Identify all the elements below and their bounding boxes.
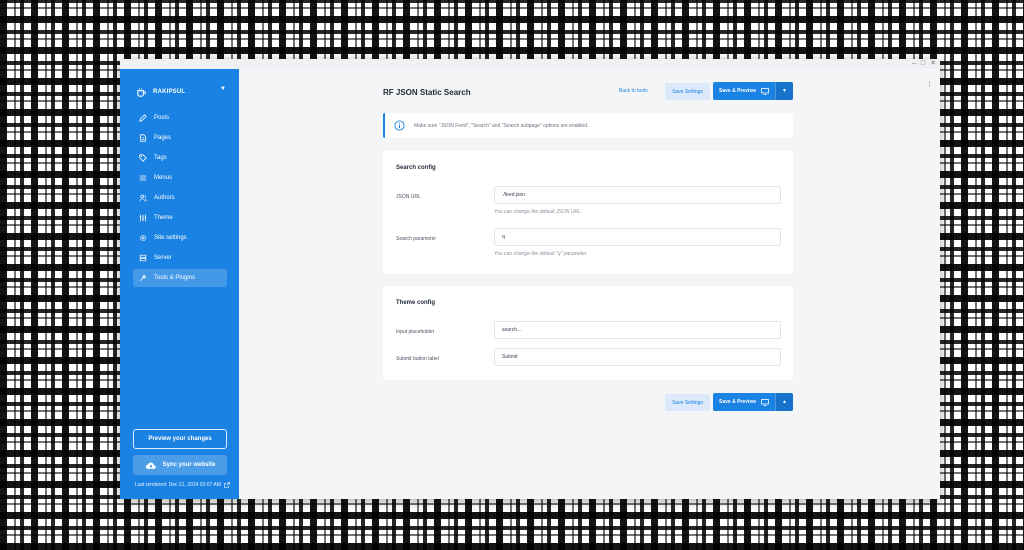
json-url-label: JSON URL	[396, 194, 421, 200]
external-link-icon[interactable]	[224, 482, 230, 488]
sidebar-item-menus[interactable]: Menus	[133, 169, 227, 187]
input-placeholder-input[interactable]: search...	[494, 321, 781, 339]
save-preview-button-group: Save & Preview ▼	[713, 82, 793, 100]
main-content: RF JSON Static Search Back to tools Save…	[239, 69, 940, 499]
sync-website-label: Sync your website	[162, 462, 216, 468]
close-icon[interactable]: ✕	[930, 60, 936, 68]
footer-save-preview-button-group: Save & Preview ▲	[713, 393, 793, 411]
tag-icon	[139, 154, 147, 162]
footer-save-preview-label: Save & Preview	[719, 399, 756, 405]
sidebar-item-label: Server	[154, 255, 172, 261]
sidebar-item-label: Pages	[154, 135, 172, 141]
theme-icon	[139, 214, 147, 222]
input-placeholder-label: Input placeholder	[396, 329, 435, 335]
sidebar-item-authors[interactable]: Authors	[133, 189, 227, 207]
theme-config-title: Theme config	[396, 300, 436, 306]
json-url-help: You can change the default JSON URL.	[494, 209, 583, 215]
footer-save-settings-button[interactable]: Save Settings	[665, 394, 710, 411]
info-icon	[394, 120, 405, 131]
sidebar-item-theme[interactable]: Theme	[133, 209, 227, 227]
save-settings-button[interactable]: Save Settings	[665, 83, 710, 100]
sidebar: RAKIPSUL ▼ Posts Pages Tags Menus Author…	[120, 69, 239, 499]
title-bar: – □ ✕	[120, 59, 940, 69]
chevron-down-icon: ▼	[782, 88, 787, 94]
cloud-upload-icon	[145, 462, 156, 469]
info-notice: Make sure "JSON Feed", "Search" and "Sea…	[383, 113, 793, 138]
submit-button-label-label: Submit button label	[396, 356, 439, 362]
search-parameter-label: Search parameter	[396, 236, 437, 242]
site-name: RAKIPSUL	[153, 89, 186, 95]
server-icon	[139, 254, 147, 262]
sidebar-item-posts[interactable]: Posts	[133, 109, 227, 127]
sidebar-item-server[interactable]: Server	[133, 249, 227, 267]
sidebar-item-label: Site settings	[154, 235, 187, 241]
notice-text: Make sure "JSON Feed", "Search" and "Sea…	[414, 122, 589, 129]
footer-save-preview-button[interactable]: Save & Preview	[713, 393, 775, 411]
pencil-icon	[139, 114, 147, 122]
search-config-title: Search config	[396, 165, 436, 171]
last-rendered-text: Last rendered: Dec 21, 2024 03:07 AM	[135, 482, 221, 488]
menu-icon	[139, 175, 147, 181]
search-parameter-input[interactable]: q	[494, 228, 781, 246]
theme-config-card: Theme config Input placeholder search...…	[383, 286, 793, 380]
search-config-card: Search config JSON URL ./feed.json You c…	[383, 151, 793, 274]
footer-save-preview-dropdown-toggle[interactable]: ▲	[775, 393, 793, 411]
sidebar-item-tools-plugins[interactable]: Tools & Plugins	[133, 269, 227, 287]
sidebar-nav: Posts Pages Tags Menus Authors Theme Sit…	[133, 109, 227, 289]
monitor-icon	[761, 87, 769, 95]
save-preview-button[interactable]: Save & Preview	[713, 82, 775, 100]
sidebar-item-label: Tags	[154, 155, 167, 161]
wrench-icon	[140, 275, 146, 281]
json-url-input[interactable]: ./feed.json	[494, 186, 781, 204]
chevron-up-icon: ▲	[782, 399, 787, 405]
preview-changes-button[interactable]: Preview your changes	[133, 429, 227, 449]
page-title: RF JSON Static Search	[383, 88, 471, 97]
save-preview-dropdown-toggle[interactable]: ▼	[775, 82, 793, 100]
last-rendered-info: Last rendered: Dec 21, 2024 03:07 AM	[135, 482, 230, 488]
sidebar-item-label: Authors	[154, 195, 175, 201]
sidebar-item-label: Tools & Plugins	[154, 275, 196, 281]
sidebar-item-label: Theme	[154, 215, 173, 221]
sidebar-item-site-settings[interactable]: Site settings	[133, 229, 227, 247]
sync-website-button[interactable]: Sync your website	[133, 455, 227, 475]
back-to-tools-link[interactable]: Back to tools	[619, 88, 648, 94]
document-icon	[140, 134, 146, 142]
coffee-cup-icon	[137, 87, 146, 97]
site-switcher[interactable]: RAKIPSUL ▼	[136, 85, 226, 99]
maximize-icon[interactable]: □	[921, 60, 925, 68]
gear-icon	[139, 234, 147, 242]
sidebar-item-label: Menus	[154, 175, 173, 181]
more-options-icon[interactable]: ⋮	[926, 81, 933, 88]
monitor-icon	[761, 398, 769, 406]
sidebar-item-label: Posts	[154, 115, 170, 121]
submit-button-label-input[interactable]: Submit	[494, 348, 781, 366]
save-preview-label: Save & Preview	[719, 88, 756, 94]
chevron-down-icon: ▼	[220, 86, 226, 92]
users-icon	[139, 194, 147, 202]
minimize-icon[interactable]: –	[912, 60, 916, 68]
sidebar-item-pages[interactable]: Pages	[133, 129, 227, 147]
app-window: – □ ✕ RAKIPSUL ▼ Posts Pages Tags Menus …	[120, 59, 940, 499]
window-controls: – □ ✕	[912, 60, 936, 68]
sidebar-item-tags[interactable]: Tags	[133, 149, 227, 167]
search-parameter-help: You can change the default "q" parameter…	[494, 251, 588, 257]
